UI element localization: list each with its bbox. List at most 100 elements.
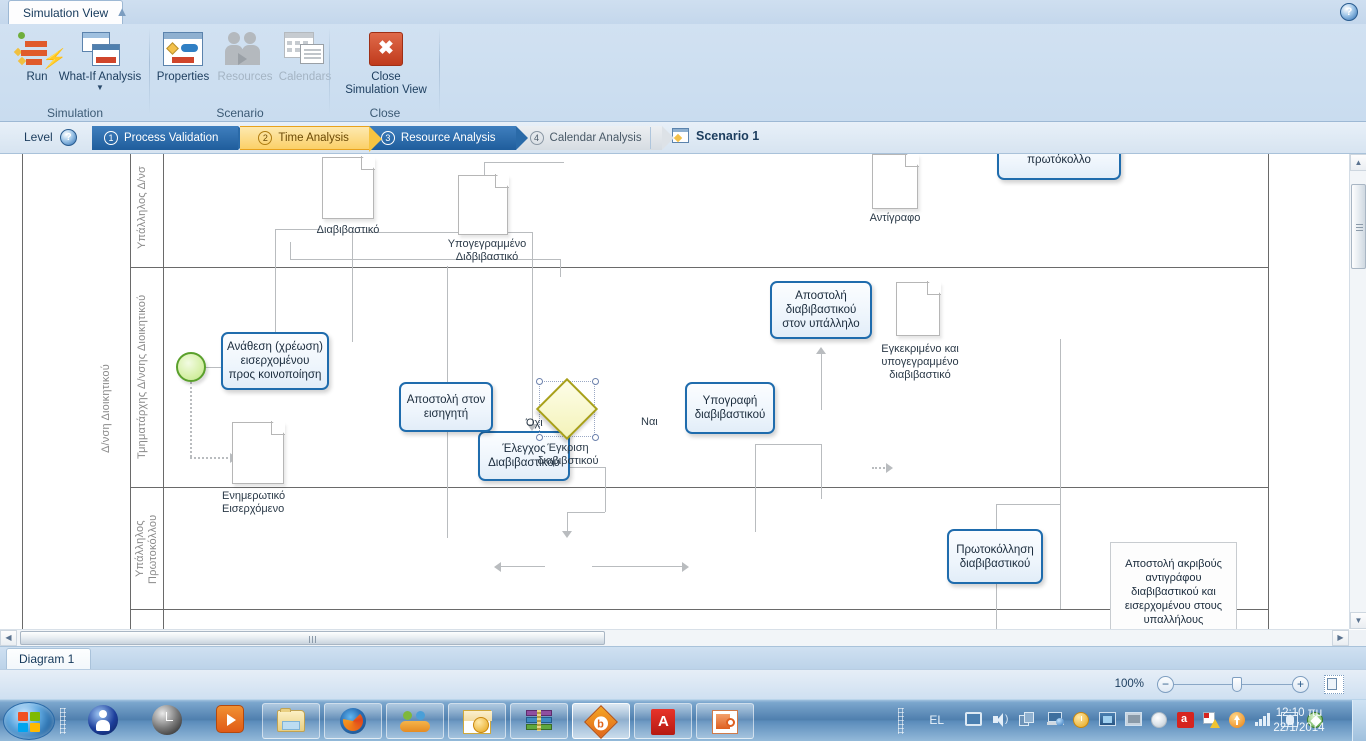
what-if-analysis-button[interactable]: What-If Analysis ▼ (52, 28, 148, 100)
annotation-text: Αποστολή ακριβούς αντιγράφου διαβιβαστικ… (1124, 558, 1223, 626)
taskbar-window-winrar[interactable] (510, 703, 568, 739)
screen-icon[interactable] (1125, 712, 1142, 729)
flow-label-nai: Ναι (641, 416, 658, 428)
ribbon-body: ⚡ Run What-If Analysis ▼ Simulation Prop… (0, 24, 1366, 122)
zoom-out-button[interactable]: − (1157, 676, 1174, 693)
lane-divider-1 (130, 267, 1268, 268)
clock[interactable]: 12:10 πμ 22/1/2014 (1260, 706, 1338, 736)
zoom-in-button[interactable]: + (1292, 676, 1309, 693)
taskbar-window-firefox[interactable] (324, 703, 382, 739)
chevron-down-icon[interactable]: ▼ (52, 83, 148, 92)
display-icon[interactable] (965, 712, 982, 729)
data-object-enimerotiko[interactable] (232, 421, 285, 484)
fit-page-icon[interactable] (1324, 675, 1344, 694)
task-anathesi[interactable]: Ανάθεση (χρέωση) εισερχομένου προς κοινο… (221, 332, 329, 390)
data-object-egkekrimeno[interactable] (896, 281, 941, 336)
remote-desktop-icon[interactable] (1047, 712, 1064, 729)
scrollbar-thumb[interactable] (20, 631, 605, 645)
help-icon[interactable]: ? (60, 129, 77, 146)
taskbar-window-powerpoint[interactable] (696, 703, 754, 739)
ribbon-group-scenario: Properties Resources Calendars Scenario (150, 24, 331, 122)
chevron-up-icon[interactable]: ▲ (112, 4, 132, 20)
resize-handle[interactable] (536, 378, 543, 385)
outlook-icon (463, 710, 492, 734)
clock-icon[interactable] (152, 705, 184, 737)
data-object-label: Αντίγραφο (869, 212, 921, 224)
antivirus-icon[interactable]: a (1177, 712, 1194, 729)
data-object-antigrafo[interactable] (872, 154, 919, 209)
taskbar-window-explorer[interactable] (262, 703, 320, 739)
lane-label-tmimatarxis: Τμηματάρχης Δ/νσης Διοικητικού (136, 294, 148, 459)
properties-button[interactable]: Properties (150, 28, 216, 100)
zoom-slider-thumb[interactable] (1232, 677, 1242, 692)
start-orb[interactable] (3, 702, 55, 740)
network-copy-icon[interactable] (1019, 712, 1036, 729)
resize-handle[interactable] (536, 434, 543, 441)
scroll-down-icon[interactable]: ▼ (1350, 612, 1366, 629)
scroll-left-icon[interactable]: ◀ (0, 630, 17, 646)
step-process-validation[interactable]: 1 Process Validation (92, 126, 251, 150)
step-calendar-analysis[interactable]: 4 Calendar Analysis (517, 126, 674, 150)
connector (996, 504, 1060, 505)
start-event[interactable] (176, 352, 206, 382)
tab-simulation-view[interactable]: Simulation View (8, 0, 124, 24)
diagram-canvas[interactable]: Δ/νση Διοικητικού Υπάλληλος Δ/νσ Τμηματά… (0, 154, 1366, 629)
language-indicator[interactable]: EL (929, 713, 944, 727)
step-number: 1 (104, 131, 118, 145)
step-label: Process Validation (124, 132, 219, 144)
task-ypografi-diavivastikou[interactable]: Υπογραφή διαβιβαστικού (685, 382, 775, 434)
arrow-head-icon (816, 347, 826, 354)
close-simulation-view-button[interactable]: ✖ Close Simulation View (342, 28, 430, 100)
step-resource-analysis[interactable]: 3 Resource Analysis (368, 126, 528, 150)
scenario-icon (672, 128, 689, 143)
connector (1060, 339, 1061, 609)
monitor-icon[interactable] (1099, 712, 1116, 729)
vertical-scrollbar[interactable]: ▲ ▼ (1349, 154, 1366, 629)
arrow-head-icon (682, 562, 689, 572)
disc-icon[interactable] (1151, 712, 1168, 729)
level-label: Level (24, 130, 53, 144)
resources-button: Resources (212, 28, 278, 100)
ribbon-group-title-close: Close (369, 106, 401, 120)
tray-grip[interactable] (898, 708, 904, 734)
task-apostoli-diavivastikou-ston-ypallilo[interactable]: Αποστολή διαβιβαστικού στον υπάλληλο (770, 281, 872, 339)
data-object-ypogegrammeno[interactable] (458, 174, 509, 235)
connector (500, 566, 545, 567)
scroll-right-icon[interactable]: ▶ (1332, 630, 1349, 646)
media-player-icon[interactable] (216, 705, 248, 737)
taskbar-window-messenger[interactable] (386, 703, 444, 739)
show-desktop-person-icon[interactable] (88, 705, 120, 737)
resize-handle[interactable] (592, 378, 599, 385)
avast-shield-icon[interactable] (1073, 712, 1090, 729)
resize-handle[interactable] (592, 434, 599, 441)
show-desktop-button[interactable] (1352, 700, 1366, 741)
flag-warning-icon[interactable] (1203, 712, 1220, 729)
volume-icon[interactable]: ) (993, 712, 1010, 729)
horizontal-scrollbar[interactable]: ◀ ▶ (0, 629, 1366, 646)
taskbar-window-adobe-reader[interactable]: A (634, 703, 692, 739)
ribbon-group-separator (439, 28, 440, 114)
update-icon[interactable] (1229, 712, 1246, 729)
ribbon-group-title-simulation: Simulation (46, 106, 104, 120)
task-protokollo[interactable]: πρωτόκολλο (997, 154, 1121, 180)
tab-diagram-1[interactable]: Diagram 1 (6, 648, 92, 670)
text-annotation[interactable]: Αποστολή ακριβούς αντιγράφου διαβιβαστικ… (1110, 542, 1237, 629)
scroll-up-icon[interactable]: ▲ (1350, 154, 1366, 171)
ribbon-group-close: ✖ Close Simulation View Close (330, 24, 440, 122)
help-icon[interactable]: ? (1340, 3, 1358, 21)
adobe-reader-icon: A (651, 709, 675, 735)
connector (352, 232, 353, 342)
scenario-indicator[interactable]: Scenario 1 (672, 128, 759, 143)
task-label: Ανάθεση (χρέωση) εισερχομένου προς κοινο… (227, 341, 323, 381)
scrollbar-thumb[interactable] (1351, 184, 1366, 269)
data-object-diavivastiko[interactable] (322, 156, 375, 219)
properties-icon (150, 32, 216, 68)
task-label: Υπογραφή διαβιβαστικού (694, 395, 766, 421)
step-time-analysis[interactable]: 2 Time Analysis (240, 126, 382, 152)
connector (290, 242, 291, 259)
taskbar-window-bpmn-app[interactable]: b (572, 703, 630, 739)
toolbar-grip[interactable] (60, 708, 66, 734)
task-protokollisi-diavivastikou[interactable]: Πρωτοκόλληση διαβιβαστικού (947, 529, 1043, 584)
task-apostoli-ston-eisigiti[interactable]: Αποστολή στον εισηγητή (399, 382, 493, 432)
taskbar-window-outlook[interactable] (448, 703, 506, 739)
